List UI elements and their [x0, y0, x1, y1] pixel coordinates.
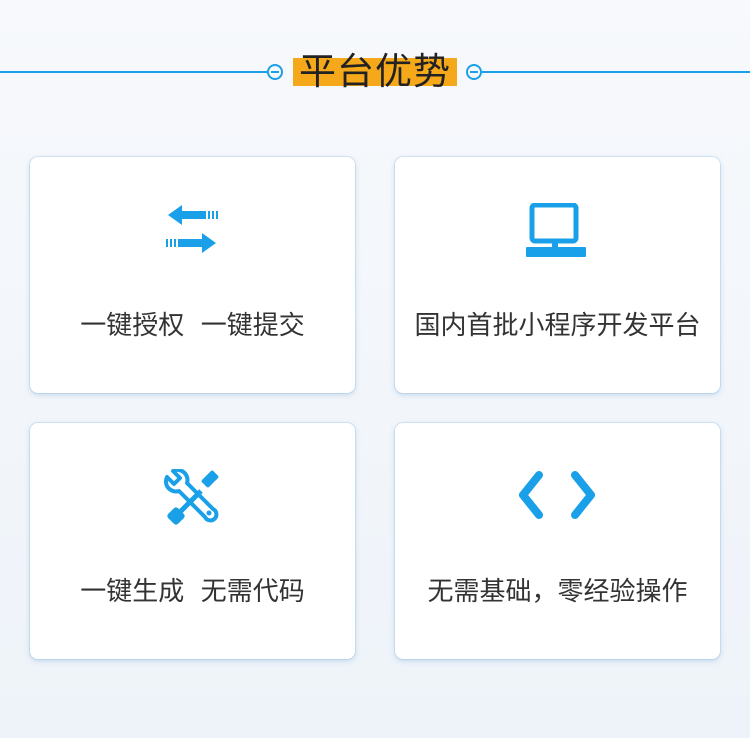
wrench-screwdriver-icon — [142, 469, 242, 539]
header-divider-right — [482, 71, 750, 73]
feature-label: 国内首批小程序开发平台 — [414, 311, 701, 341]
code-brackets-icon — [507, 469, 607, 539]
feature-label: 无需基础，零经验操作 — [427, 577, 688, 607]
header-divider-left — [0, 71, 268, 73]
header-ornament-left — [267, 64, 283, 80]
feature-card-one-click: 一键授权 一键提交 — [30, 157, 355, 393]
header-ornament-right — [466, 64, 482, 80]
feature-card-no-code: 一键生成 无需代码 — [30, 423, 355, 659]
section-title-wrap: 平台优势 — [291, 50, 459, 94]
section-header: 平台优势 — [0, 50, 750, 94]
feature-label: 一键生成 无需代码 — [80, 577, 305, 607]
feature-card-no-experience: 无需基础，零经验操作 — [395, 423, 720, 659]
computer-monitor-icon — [507, 203, 607, 273]
feature-card-first-platform: 国内首批小程序开发平台 — [395, 157, 720, 393]
section-title: 平台优势 — [299, 50, 451, 93]
swap-arrows-icon — [142, 203, 242, 273]
feature-label: 一键授权 一键提交 — [80, 311, 305, 341]
